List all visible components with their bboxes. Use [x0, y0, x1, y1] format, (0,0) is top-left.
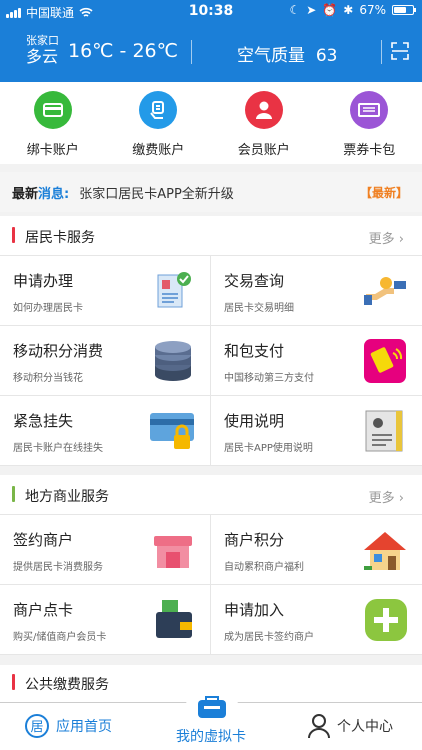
alarm-icon: ⏰: [322, 3, 338, 17]
payment-account[interactable]: 缴费账户: [106, 82, 212, 164]
location-icon: ➤: [306, 3, 317, 17]
service-manual[interactable]: 使用说明 居民卡APP使用说明: [211, 396, 422, 466]
quick-actions: 绑卡账户 缴费账户 会员账户 票券卡包: [0, 82, 422, 164]
service-join[interactable]: 申请加入 成为居民卡签约商户: [211, 585, 422, 655]
apply-icon: [157, 272, 191, 308]
virtual-card-icon[interactable]: [196, 694, 228, 720]
member-account[interactable]: 会员账户: [211, 82, 317, 164]
service-merchant-cards[interactable]: 商户点卡 购买/储值商户会员卡: [0, 585, 211, 655]
news-text: 张家口居民卡APP全新升级: [79, 186, 234, 202]
house-icon: [364, 532, 406, 570]
divider: [191, 40, 192, 64]
news-tag: 最新: [12, 186, 39, 202]
section-marker: [12, 227, 15, 243]
coins-icon: [155, 341, 191, 381]
ticket-icon: [350, 91, 389, 129]
bind-card-account[interactable]: 绑卡账户: [0, 82, 106, 164]
service-report-loss[interactable]: 紧急挂失 居民卡账户在线挂失: [0, 396, 211, 466]
air-quality: 空气质量 63: [237, 46, 338, 66]
section-title: 地方商业服务: [25, 489, 109, 505]
scan-icon[interactable]: [391, 42, 409, 60]
plus-icon: [365, 599, 407, 641]
section-marker: [12, 674, 15, 690]
section-header: 地方商业服务 更多 ›: [0, 475, 422, 515]
service-hebao-pay[interactable]: 和包支付 中国移动第三方支付: [211, 326, 422, 396]
hebao-pay-icon: [364, 339, 406, 383]
more-link[interactable]: 更多 ›: [369, 487, 404, 506]
city-name: 张家口: [26, 34, 59, 47]
battery-text: 67%: [359, 3, 386, 17]
service-points[interactable]: 移动积分消费 移动积分当钱花: [0, 326, 211, 396]
section-local-business: 地方商业服务 更多 › 签约商户 提供居民卡消费服务 商户积分 自动累积商户福利…: [0, 475, 422, 655]
service-transactions[interactable]: 交易查询 居民卡交易明细: [211, 256, 422, 326]
weather-info[interactable]: 张家口 多云: [26, 34, 59, 67]
bluetooth-icon: ✱: [343, 3, 354, 17]
user-icon: [244, 91, 283, 129]
more-link[interactable]: 更多 ›: [369, 228, 404, 247]
card-icon: [33, 91, 72, 129]
battery-icon: [392, 5, 416, 15]
section-title: 公共缴费服务: [25, 677, 109, 693]
weather-condition: 多云: [26, 47, 59, 66]
section-resident-card: 居民卡服务 更多 › 申请办理 如何办理居民卡 交易查询 居民卡交易明细 移动积…: [0, 216, 422, 466]
ticket-wallet[interactable]: 票券卡包: [317, 82, 422, 164]
section-marker: [12, 486, 15, 502]
news-ticker[interactable]: 最新 消息: 张家口居民卡APP全新升级 【最新】: [0, 172, 422, 212]
section-header: 居民卡服务 更多 ›: [0, 216, 422, 256]
divider: [381, 40, 382, 64]
payment-icon: [139, 91, 178, 129]
manual-icon: [365, 410, 403, 452]
temperature: 16℃ - 26℃: [68, 40, 178, 62]
section-title: 居民卡服务: [25, 230, 95, 246]
tab-virtual-card[interactable]: 我的虚拟卡: [0, 726, 422, 746]
shop-icon: [154, 536, 192, 568]
moon-icon: ☾: [289, 3, 301, 17]
news-tag-suffix: 消息:: [38, 186, 70, 202]
service-merchant-points[interactable]: 商户积分 自动累积商户福利: [211, 515, 422, 585]
header: 中国联通 10:38 ☾ ➤ ⏰ ✱ 67% 张家口 多云 16℃ - 26℃ …: [0, 0, 422, 82]
transaction-icon: [364, 277, 406, 305]
status-bar: 中国联通 10:38 ☾ ➤ ⏰ ✱ 67%: [0, 0, 422, 22]
card-lock-icon: [150, 413, 194, 449]
service-merchants[interactable]: 签约商户 提供居民卡消费服务: [0, 515, 211, 585]
news-badge: 【最新】: [359, 185, 408, 200]
service-apply[interactable]: 申请办理 如何办理居民卡: [0, 256, 211, 326]
wallet-icon: [156, 600, 192, 638]
